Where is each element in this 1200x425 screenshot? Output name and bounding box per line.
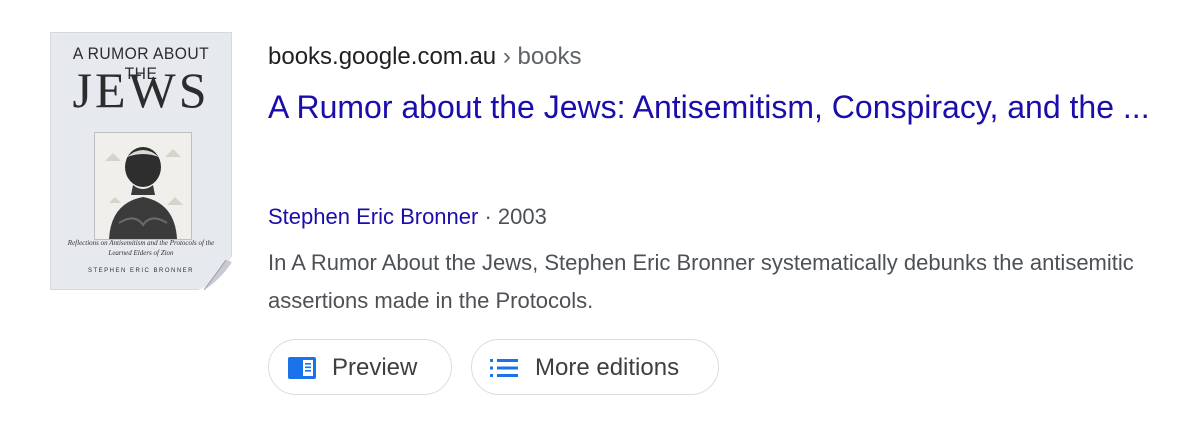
meta-separator: · <box>478 204 498 229</box>
result-source-breadcrumb[interactable]: books.google.com.au › books <box>268 43 582 71</box>
book-search-result: A RUMOR ABOUT THE JEWS Reflections on An… <box>0 0 1200 425</box>
source-domain: books.google.com.au <box>268 43 497 70</box>
author-link[interactable]: Stephen Eric Bronner <box>268 204 478 229</box>
result-title-link[interactable]: A Rumor about the Jews: Antisemitism, Co… <box>268 84 1188 130</box>
page-curl-icon <box>198 256 232 290</box>
book-preview-icon <box>288 357 316 379</box>
cover-title: JEWS <box>72 62 210 118</box>
cover-illustration <box>94 132 192 240</box>
cover-subtitle: Reflections on Antisemitism and the Prot… <box>67 239 215 257</box>
result-snippet: In A Rumor About the Jews, Stephen Eric … <box>268 250 1134 313</box>
more-editions-button-label: More editions <box>535 354 680 381</box>
book-cover-thumbnail[interactable]: A RUMOR ABOUT THE JEWS Reflections on An… <box>50 32 232 290</box>
source-path: books <box>517 43 582 70</box>
preview-button[interactable]: Preview <box>268 339 452 395</box>
breadcrumb-separator: › <box>502 43 518 70</box>
list-icon <box>490 359 518 377</box>
result-meta: Stephen Eric Bronner · 2003 <box>268 204 547 230</box>
publication-year: 2003 <box>497 204 547 229</box>
more-editions-button[interactable]: More editions <box>471 339 719 395</box>
preview-button-label: Preview <box>332 354 418 381</box>
